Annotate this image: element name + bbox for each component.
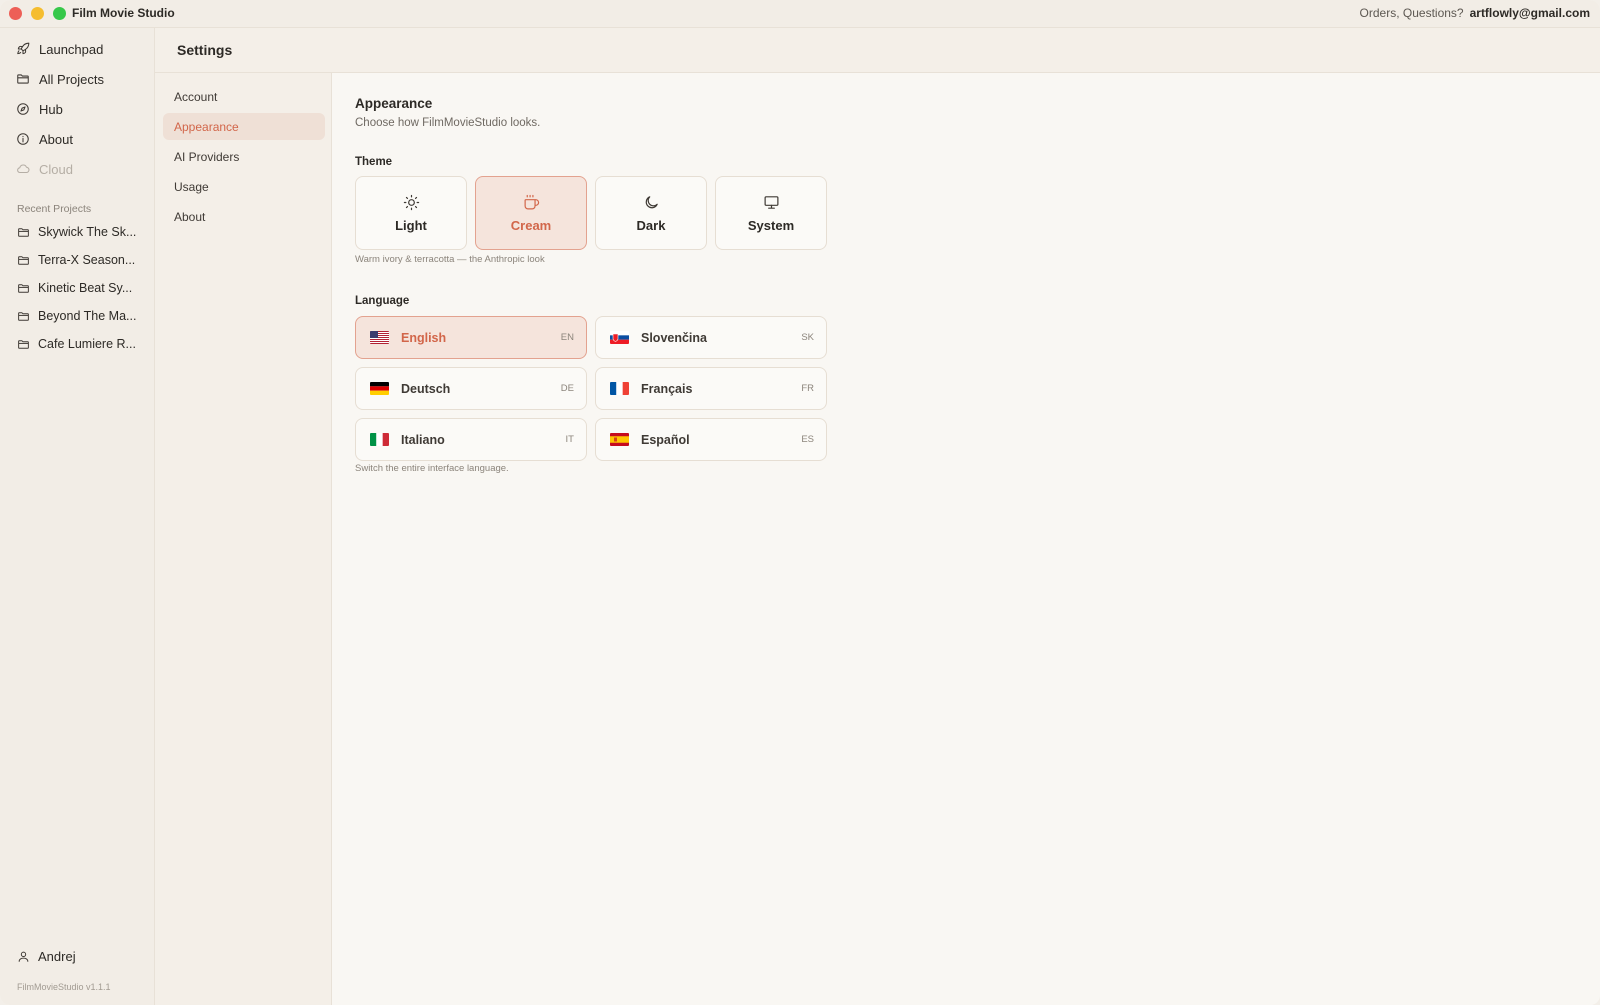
info-icon — [17, 133, 29, 145]
sidebar-item-label: About — [39, 131, 73, 147]
recent-project-item[interactable]: Beyond The Ma... — [17, 305, 145, 327]
language-option-english[interactable]: English EN — [355, 316, 587, 359]
settings-nav-appearance[interactable]: Appearance — [163, 113, 325, 140]
cloud-icon — [17, 164, 30, 174]
language-label: Language — [355, 295, 410, 307]
sidebar-item-hub[interactable]: Hub — [16, 98, 63, 120]
recent-projects-heading: Recent Projects — [17, 203, 92, 215]
theme-option-dark[interactable]: Dark — [595, 176, 707, 250]
support-contact: Orders, Questions? artflowly@gmail.com — [1360, 6, 1590, 20]
settings-nav: Account Appearance AI Providers Usage Ab… — [155, 73, 332, 1005]
language-option-espanol[interactable]: Español ES — [595, 418, 827, 461]
recent-project-name: Beyond The Ma... — [38, 309, 137, 323]
recent-project-name: Terra-X Season... — [38, 253, 136, 267]
theme-option-label: Light — [395, 217, 427, 233]
language-option-italiano[interactable]: Italiano IT — [355, 418, 587, 461]
recent-project-item[interactable]: Cafe Lumiere R... — [17, 333, 145, 355]
language-option-slovencina[interactable]: Slovenčina SK — [595, 316, 827, 359]
language-code: EN — [560, 332, 574, 343]
orders-label: Orders, Questions? — [1359, 6, 1464, 20]
sun-icon — [403, 194, 419, 210]
fr-flag-icon — [610, 382, 629, 395]
language-name: Italiano — [401, 432, 445, 447]
sidebar-item-label: All Projects — [39, 71, 105, 87]
theme-option-label: System — [747, 217, 795, 233]
folder-icon — [17, 74, 29, 84]
minimize-window-button[interactable] — [31, 7, 44, 20]
recent-project-item[interactable]: Kinetic Beat Sy... — [17, 277, 145, 299]
settings-nav-about[interactable]: About — [163, 203, 325, 230]
language-code: SK — [801, 332, 814, 343]
sidebar-item-about[interactable]: About — [16, 128, 73, 150]
user-profile-button[interactable]: Andrej — [17, 949, 76, 964]
compass-icon — [17, 103, 29, 115]
app-version: FilmMovieStudio v1.1.1 — [17, 982, 111, 992]
close-window-button[interactable] — [9, 7, 22, 20]
theme-option-label: Dark — [636, 217, 666, 233]
settings-nav-ai-providers[interactable]: AI Providers — [163, 143, 325, 170]
language-hint: Switch the entire interface language. — [355, 463, 509, 474]
app-window: Film Movie Studio Orders, Questions? art… — [0, 0, 1600, 1005]
theme-label: Theme — [355, 156, 393, 168]
language-option-deutsch[interactable]: Deutsch DE — [355, 367, 587, 410]
folder-icon — [18, 339, 29, 349]
recent-project-name: Cafe Lumiere R... — [38, 337, 136, 351]
es-flag-icon — [610, 433, 629, 446]
theme-option-system[interactable]: System — [715, 176, 827, 250]
sidebar-item-label: Hub — [39, 101, 63, 117]
it-flag-icon — [370, 433, 389, 446]
language-code: IT — [565, 434, 574, 445]
theme-option-label: Cream — [510, 217, 552, 233]
appearance-panel: Appearance Choose how FilmMovieStudio lo… — [332, 73, 1600, 1005]
recent-project-item[interactable]: Terra-X Season... — [17, 249, 145, 271]
theme-option-light[interactable]: Light — [355, 176, 467, 250]
theme-hint: Warm ivory & terracotta — the Anthropic … — [355, 254, 545, 265]
recent-project-name: Skywick The Sk... — [38, 225, 137, 239]
recent-project-item[interactable]: Skywick The Sk... — [17, 221, 145, 243]
sidebar-item-label: Cloud — [39, 161, 73, 177]
language-code: ES — [801, 434, 814, 445]
support-email-link[interactable]: artflowly@gmail.com — [1470, 6, 1590, 20]
sidebar-item-label: Launchpad — [39, 41, 104, 57]
folder-icon — [18, 255, 29, 265]
language-code: DE — [560, 383, 574, 394]
language-name: Español — [641, 432, 690, 447]
language-name: Slovenčina — [641, 330, 707, 345]
sk-flag-icon — [610, 331, 629, 344]
us-flag-icon — [370, 331, 389, 344]
theme-option-cream[interactable]: Cream — [475, 176, 587, 250]
folder-icon — [18, 311, 29, 321]
settings-nav-account[interactable]: Account — [163, 83, 325, 110]
sidebar-item-all-projects[interactable]: All Projects — [16, 68, 104, 90]
language-option-francais[interactable]: Français FR — [595, 367, 827, 410]
language-name: English — [401, 330, 447, 345]
moon-icon — [645, 195, 658, 208]
window-controls — [9, 7, 66, 20]
language-name: Français — [641, 381, 693, 396]
sidebar-item-launchpad[interactable]: Launchpad — [16, 38, 103, 60]
user-icon — [18, 951, 29, 962]
monitor-icon — [764, 195, 778, 209]
de-flag-icon — [370, 382, 389, 395]
language-name: Deutsch — [401, 381, 451, 396]
maximize-window-button[interactable] — [53, 7, 66, 20]
user-name: Andrej — [38, 949, 76, 964]
app-title: Film Movie Studio — [72, 6, 175, 20]
sidebar: Launchpad All Projects Hub About Cloud R… — [0, 28, 155, 1005]
settings-nav-usage[interactable]: Usage — [163, 173, 325, 200]
language-code: FR — [801, 383, 814, 394]
coffee-cup-icon — [524, 194, 539, 209]
title-bar: Film Movie Studio Orders, Questions? art… — [0, 0, 1600, 28]
page-title: Settings — [177, 42, 233, 58]
recent-project-name: Kinetic Beat Sy... — [38, 281, 133, 295]
folder-icon — [18, 227, 29, 237]
section-title: Appearance — [355, 96, 433, 111]
sidebar-item-cloud: Cloud — [16, 158, 73, 180]
rocket-icon — [17, 42, 30, 55]
settings-header: Settings — [155, 28, 1600, 73]
section-subtitle: Choose how FilmMovieStudio looks. — [355, 117, 541, 129]
folder-icon — [18, 283, 29, 293]
